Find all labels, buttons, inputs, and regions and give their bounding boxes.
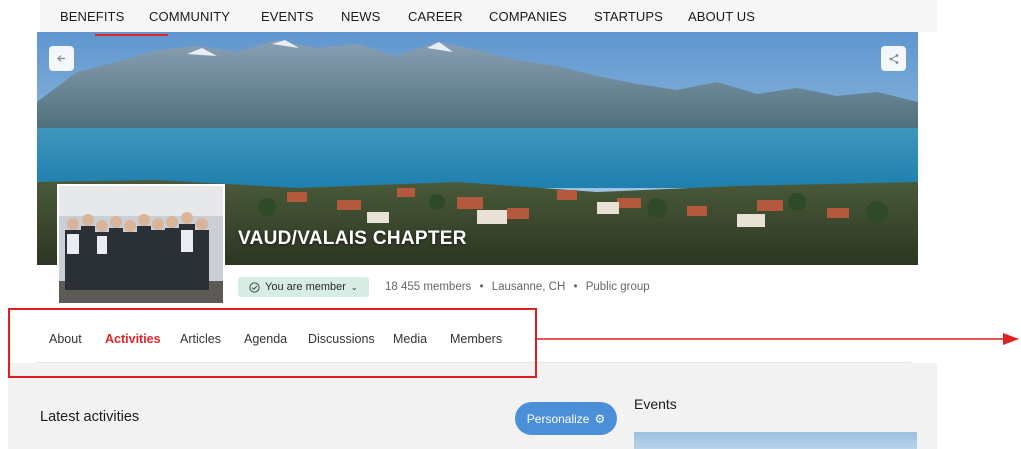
personalize-button[interactable]: Personalize ⚙	[515, 402, 617, 435]
membership-dropdown[interactable]: You are member ⌄	[238, 277, 369, 297]
nav-about-us[interactable]: ABOUT US	[688, 9, 755, 24]
member-count: 18 455 members	[385, 281, 472, 293]
group-meta: 18 455 members • Lausanne, CH • Public g…	[385, 281, 650, 293]
event-thumbnail[interactable]	[634, 432, 917, 449]
group-photo	[57, 184, 225, 305]
personalize-label: Personalize	[526, 411, 590, 426]
annotation-highlight-box	[8, 308, 537, 378]
events-heading: Events	[634, 396, 677, 412]
nav-news[interactable]: NEWS	[341, 9, 380, 24]
arrow-left-icon	[57, 55, 65, 62]
back-button[interactable]	[49, 46, 74, 71]
gear-icon: ⚙	[594, 411, 606, 426]
nav-community[interactable]: COMMUNITY	[149, 9, 230, 24]
group-visibility: Public group	[585, 281, 650, 293]
group-members-photo	[59, 186, 223, 303]
top-navigation: BENEFITS COMMUNITY EVENTS NEWS CAREER CO…	[40, 0, 937, 32]
group-location: Lausanne, CH	[491, 281, 566, 293]
nav-career[interactable]: CAREER	[408, 9, 463, 24]
share-button[interactable]	[881, 46, 906, 71]
nav-companies[interactable]: COMPANIES	[489, 9, 567, 24]
nav-startups[interactable]: STARTUPS	[594, 9, 663, 24]
chevron-down-icon: ⌄	[350, 282, 358, 292]
nav-benefits[interactable]: BENEFITS	[60, 9, 124, 24]
latest-activities-heading: Latest activities	[40, 409, 140, 425]
check-circle-icon	[249, 281, 260, 293]
share-icon	[889, 53, 898, 64]
group-title: VAUD/VALAIS CHAPTER	[238, 228, 467, 249]
meta-separator: •	[479, 281, 484, 293]
meta-separator: •	[573, 281, 578, 293]
nav-events[interactable]: EVENTS	[261, 9, 314, 24]
membership-label: You are member	[265, 281, 346, 293]
annotation-arrow-icon	[537, 333, 1019, 345]
active-tab-indicator	[95, 34, 168, 36]
